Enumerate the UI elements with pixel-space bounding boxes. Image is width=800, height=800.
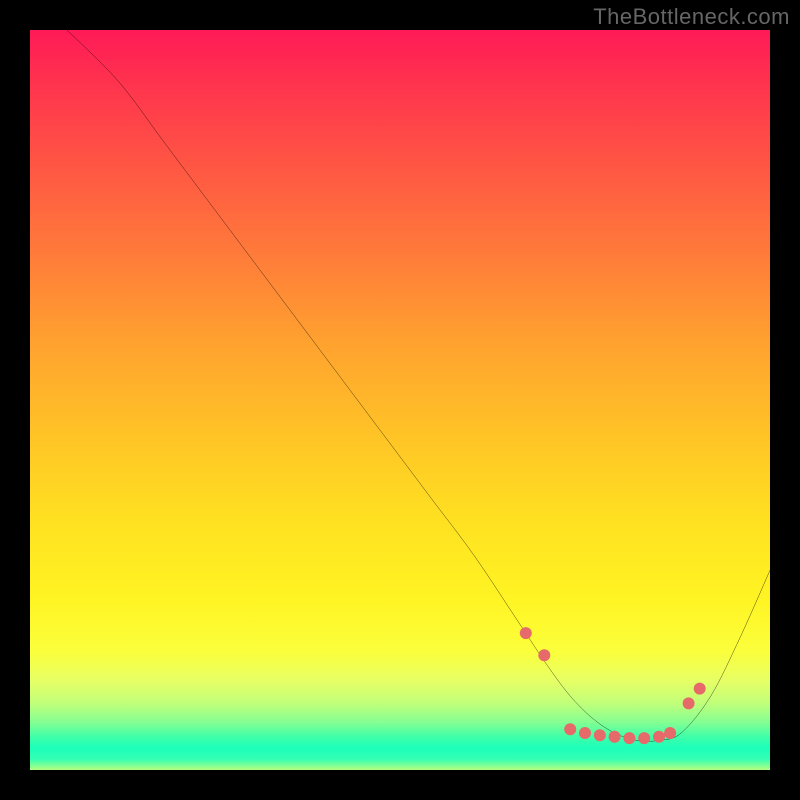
marker-point: [594, 729, 606, 741]
marker-point: [538, 649, 550, 661]
marker-point: [623, 732, 635, 744]
chart-frame: TheBottleneck.com: [0, 0, 800, 800]
markers-group: [520, 627, 706, 744]
marker-point: [520, 627, 532, 639]
marker-point: [653, 731, 665, 743]
marker-point: [638, 732, 650, 744]
marker-point: [664, 727, 676, 739]
curve-group: [67, 30, 770, 741]
plot-area: [30, 30, 770, 770]
marker-point: [609, 731, 621, 743]
marker-point: [579, 727, 591, 739]
marker-point: [694, 683, 706, 695]
marker-point: [683, 697, 695, 709]
chart-svg: [30, 30, 770, 770]
watermark-text: TheBottleneck.com: [593, 4, 790, 30]
marker-point: [564, 723, 576, 735]
bottleneck-curve: [67, 30, 770, 741]
